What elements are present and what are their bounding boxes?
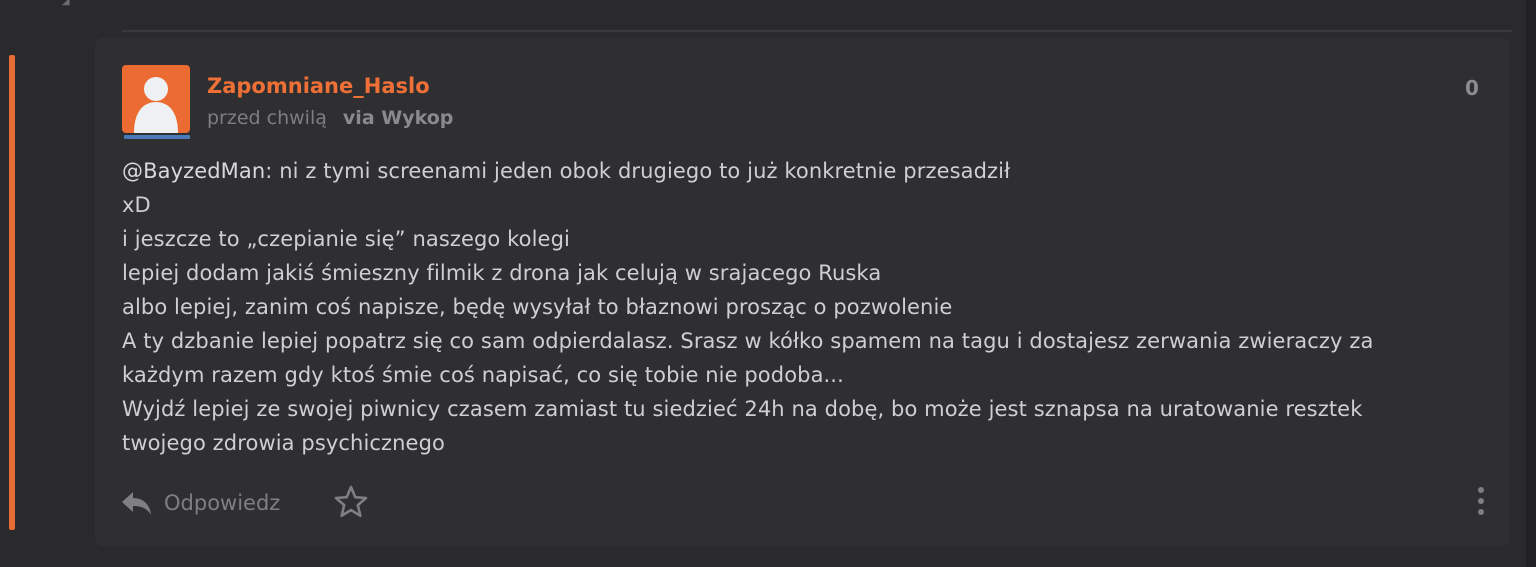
body-line: xD	[122, 193, 151, 217]
divider	[122, 30, 1512, 32]
star-icon	[334, 485, 368, 518]
post-time[interactable]: przed chwilą	[207, 107, 327, 129]
user-mention-link[interactable]: @BayzedMan	[122, 159, 265, 183]
author-name[interactable]: Zapomniane_Haslo	[207, 73, 430, 99]
body-line-text: : ni z tymi screenami jeden obok drugieg…	[265, 159, 1011, 183]
body-line: albo lepiej, zanim coś napisze, będę wys…	[122, 295, 953, 319]
comment-body: @BayzedMan: ni z tymi screenami jeden ob…	[122, 154, 1492, 460]
body-line: Wyjdź lepiej ze swojej piwnicy czasem za…	[122, 397, 1363, 421]
body-line: @BayzedMan: ni z tymi screenami jeden ob…	[122, 154, 1492, 188]
collapse-indicator-icon: ◢	[62, 0, 70, 7]
thread-accent-bar	[9, 55, 15, 530]
more-options-button[interactable]	[1470, 484, 1492, 518]
body-line: każdym razem gdy ktoś śmie coś napisać, …	[122, 363, 844, 387]
body-line: i jeszcze to „czepianie się” naszego kol…	[122, 227, 570, 251]
avatar[interactable]	[122, 65, 190, 133]
reply-button[interactable]: Odpowiedz	[120, 486, 280, 520]
favorite-button[interactable]	[333, 484, 369, 520]
body-line: A ty dzbanie lepiej popatrz się co sam o…	[122, 329, 1374, 353]
default-user-icon	[134, 77, 178, 133]
post-meta: przed chwilą via Wykop	[207, 106, 453, 130]
vote-count[interactable]: 0	[1465, 76, 1479, 100]
body-line: lepiej dodam jakiś śmieszny filmik z dro…	[122, 261, 882, 285]
body-line: twojego zdrowia psychicznego	[122, 431, 445, 455]
avatar-status-bar	[124, 135, 190, 139]
reply-arrow-icon	[122, 492, 151, 515]
vertical-dots-icon	[1478, 487, 1484, 515]
post-source: via Wykop	[342, 107, 454, 129]
reply-label: Odpowiedz	[164, 491, 281, 515]
